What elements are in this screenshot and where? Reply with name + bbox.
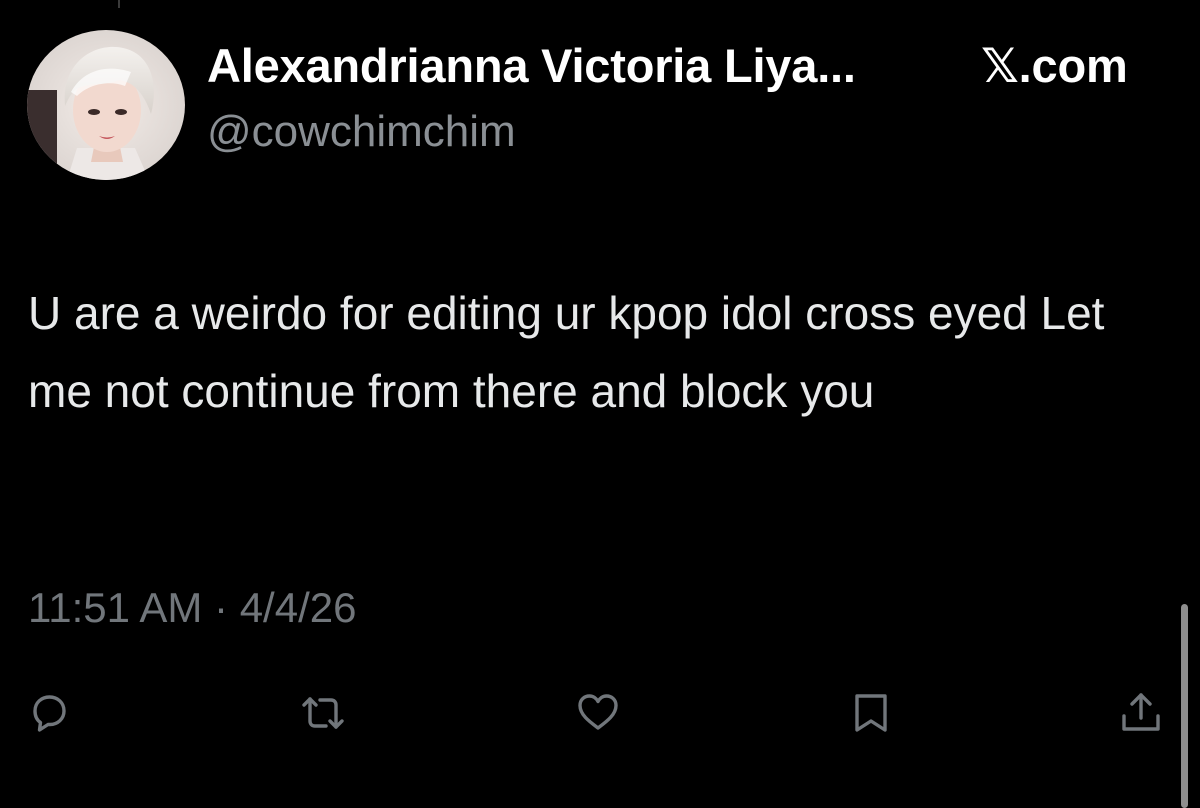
- share-upload-icon: [1122, 693, 1160, 731]
- author-display-name[interactable]: Alexandrianna Victoria Liya...: [207, 38, 856, 93]
- heart-icon: [578, 694, 618, 730]
- avatar-photo: [27, 30, 185, 180]
- author-handle[interactable]: @cowchimchim: [207, 107, 516, 157]
- tweet-date[interactable]: 4/4/26: [240, 584, 357, 631]
- repost-arrows-icon: [302, 697, 344, 729]
- tweet-timestamp: 11:51 AM · 4/4/26: [28, 584, 356, 632]
- scrollbar[interactable]: [1181, 604, 1188, 808]
- speech-bubble-icon: [33, 695, 66, 732]
- repost-button[interactable]: [300, 690, 346, 736]
- bookmark-button[interactable]: [848, 690, 894, 736]
- like-button[interactable]: [575, 690, 621, 736]
- bookmark-icon: [855, 694, 887, 732]
- tweet-text: U are a weirdo for editing ur kpop idol …: [28, 287, 1105, 417]
- share-button[interactable]: [1118, 690, 1164, 736]
- top-divider-mark: [118, 0, 120, 8]
- reply-button[interactable]: [26, 690, 72, 736]
- avatar[interactable]: [27, 30, 185, 180]
- tweet-time[interactable]: 11:51 AM: [28, 584, 202, 631]
- timestamp-separator: ·: [214, 584, 229, 631]
- source-site-label: 𝕏.com: [981, 39, 1128, 92]
